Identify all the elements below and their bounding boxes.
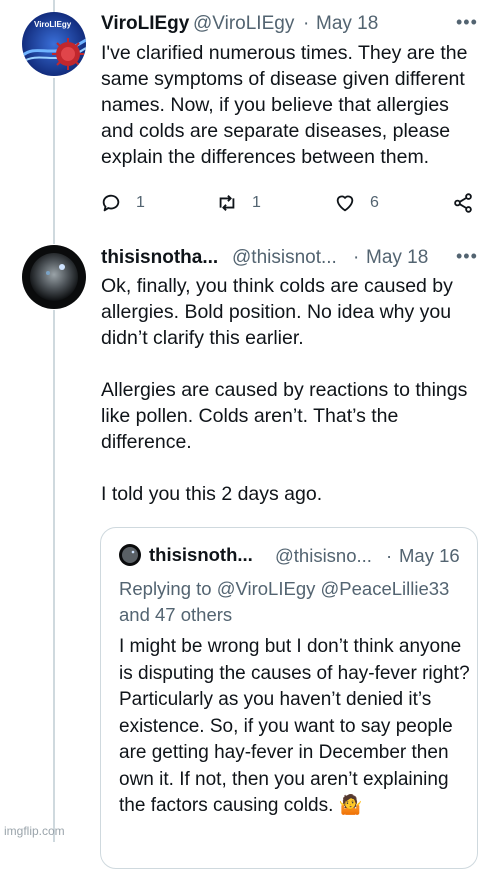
quote-display-name[interactable]: thisisnoth... [149,544,253,566]
tweet2-date[interactable]: May 18 [366,247,428,269]
more-dots-icon[interactable]: ••• [456,246,478,267]
quote-handle[interactable]: @thisisno... [275,545,372,567]
avatar-logo-text: ViroLIEgy [34,20,72,29]
reply-handles[interactable]: @ViroLIEgy @PeaceLillie33 [217,578,450,599]
tweet2-handle[interactable]: @thisisnot... [232,247,337,269]
tweet1-text: I've clarified numerous times. They are … [101,42,468,168]
tweet1-handle[interactable]: @ViroLIEgy [193,13,294,35]
more-dots-icon[interactable]: ••• [456,12,478,33]
quote-date[interactable]: May 16 [399,545,460,567]
retweet-button[interactable]: 1 [216,188,261,218]
tweet1-display-name[interactable]: ViroLIEgy [101,13,189,35]
retweet-icon [219,195,235,211]
like-button[interactable]: 6 [334,188,379,218]
tweet2-text: Ok, finally, you think colds are caused … [101,275,468,505]
reply-others[interactable]: and 47 others [119,604,232,625]
share-button[interactable] [452,188,474,218]
avatar-thisisnotha[interactable] [22,245,86,309]
avatar-virolieggy[interactable]: ViroLIEgy [22,12,86,76]
reply-button[interactable]: 1 [100,188,145,218]
tweet2-display-name[interactable]: thisisnotha... [101,247,218,269]
thread-line-top [53,0,55,12]
like-count: 6 [370,194,379,211]
heart-icon [336,195,354,212]
share-icon [454,193,472,213]
quote-replying-to: Replying to @ViroLIEgy @PeaceLillie33 an… [119,576,469,628]
reply-count: 1 [136,194,145,211]
quote-avatar [119,544,141,566]
retweet-count: 1 [252,194,261,211]
quoted-tweet-card[interactable]: thisisnoth... @thisisno... · May 16 Repl… [100,527,478,869]
replying-to-label: Replying to [119,578,212,599]
imgflip-watermark: imgflip.com [4,824,65,838]
quote-text-container: I might be wrong but I don’t think anyon… [119,634,471,820]
quote-text: I might be wrong but I don’t think anyon… [119,636,470,816]
shrug-emoji: 🤷 [338,795,363,816]
thread-line-bottom [53,310,55,842]
tweet1-separator: · [303,13,310,34]
tweet1-date[interactable]: May 18 [316,13,378,35]
quote-separator: · [386,545,393,566]
reply-icon [102,194,120,212]
tweet1-action-bar: 1 1 6 [100,188,485,218]
tweet2-separator: · [353,247,360,268]
thread-line-middle [53,78,55,244]
